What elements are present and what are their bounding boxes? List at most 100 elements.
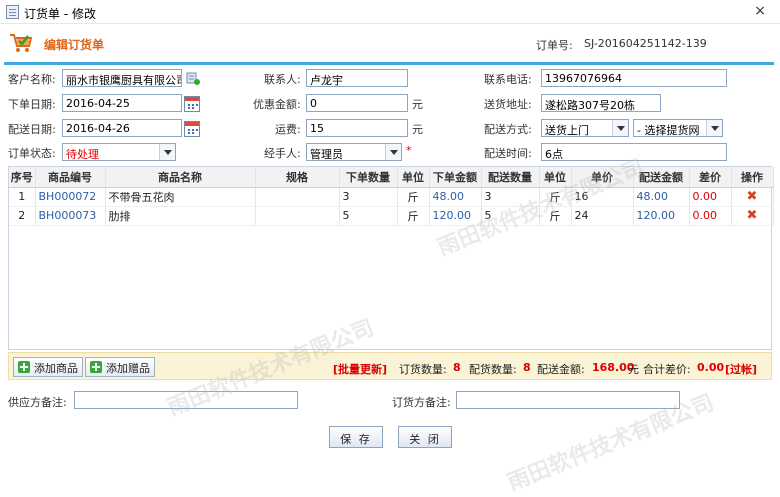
cell-amount: 48.00 <box>429 187 482 207</box>
batch-update-link[interactable]: [批量更新] <box>333 361 387 377</box>
supplier-note-input[interactable] <box>74 391 298 409</box>
delivery-amount-label: 配送金额: <box>537 363 585 376</box>
order-items-grid: 序号 商品编号 商品名称 规格 下单数量 单位 下单金额 配送数量 单位 单价 … <box>8 166 774 350</box>
cell-price[interactable]: 24 <box>571 206 634 226</box>
col-header[interactable]: 商品名称 <box>105 167 256 188</box>
delivery-method-value: 送货上门 <box>545 124 589 137</box>
delivery-time-label: 配送时间: <box>484 147 532 160</box>
col-header[interactable]: 下单数量 <box>339 167 398 188</box>
freight-label: 运费: <box>275 123 301 136</box>
buyer-note-label: 订货方备注: <box>392 396 451 409</box>
customer-input[interactable]: 丽水市银鹰厨具有限公司 <box>62 69 182 87</box>
cell-unit: 斤 <box>397 206 430 226</box>
freight-unit: 元 <box>412 123 423 136</box>
delivery-method-select[interactable]: 送货上门 <box>541 119 629 137</box>
phone-input[interactable]: 13967076964 <box>541 69 727 87</box>
chevron-down-icon <box>159 144 175 160</box>
post-account-link[interactable]: [过帐] <box>725 361 757 377</box>
order-date-input[interactable]: 2016-04-25 <box>62 94 182 112</box>
col-header[interactable]: 商品编号 <box>35 167 106 188</box>
order-status-select[interactable]: 待处理 <box>62 143 176 161</box>
contact-input[interactable]: 卢龙宇 <box>306 69 408 87</box>
cell-qty[interactable]: 5 <box>339 206 398 226</box>
phone-label: 联系电话: <box>484 73 532 86</box>
cell-code: BH000072 <box>35 187 106 207</box>
table-row[interactable]: 1 BH000072 不带骨五花肉 3 斤 48.00 3 斤 16 48.00… <box>9 187 774 207</box>
col-header[interactable]: 差价 <box>689 167 732 188</box>
chevron-down-icon <box>706 120 722 136</box>
delete-icon[interactable]: ✖ <box>747 208 758 223</box>
freight-input[interactable]: 15 <box>306 119 408 137</box>
order-date-label: 下单日期: <box>8 98 56 111</box>
form-header: 编辑订货单 订单号: SJ-201604251142-139 <box>0 25 780 61</box>
delivery-method-label: 配送方式: <box>484 123 532 136</box>
required-mark: * <box>406 144 412 157</box>
order-no-label: 订单号: <box>536 39 573 52</box>
col-header[interactable]: 序号 <box>9 167 36 188</box>
delete-icon[interactable]: ✖ <box>747 189 758 204</box>
cell-name: 肋排 <box>105 206 256 226</box>
add-product-button[interactable]: 添加商品 <box>13 357 83 377</box>
discount-label: 优惠金额: <box>253 98 301 111</box>
col-header[interactable]: 单位 <box>397 167 430 188</box>
grid-header-row: 序号 商品编号 商品名称 规格 下单数量 单位 下单金额 配送数量 单位 单价 … <box>9 167 774 188</box>
grid-footer-bar: 添加商品 添加赠品 [批量更新] 订货数量: 8 配货数量: 8 配送金额: 1… <box>8 352 772 380</box>
cell-code: BH000073 <box>35 206 106 226</box>
calendar-icon[interactable] <box>184 121 200 137</box>
contact-label: 联系人: <box>264 73 301 86</box>
delivery-date-label: 配送日期: <box>8 123 56 136</box>
delivery-time-input[interactable]: 6点 <box>541 143 727 161</box>
col-header[interactable]: 单价 <box>571 167 634 188</box>
buyer-note-input[interactable] <box>456 391 680 409</box>
page-title: 编辑订货单 <box>44 38 105 52</box>
shopping-cart-icon <box>10 34 33 52</box>
cell-delivery-qty[interactable]: 5 <box>481 206 540 226</box>
close-window-button[interactable]: × <box>754 3 766 19</box>
cell-spec <box>255 187 340 207</box>
supplier-note-label: 供应方备注: <box>8 396 67 409</box>
pickup-point-value: - 选择提货网 <box>637 124 700 137</box>
cell-name: 不带骨五花肉 <box>105 187 256 207</box>
col-header[interactable]: 配送金额 <box>633 167 690 188</box>
order-status-value: 待处理 <box>66 148 99 161</box>
col-header[interactable]: 配送数量 <box>481 167 540 188</box>
cell-no: 2 <box>9 206 36 226</box>
plus-icon <box>18 361 30 373</box>
cell-delivery-qty[interactable]: 3 <box>481 187 540 207</box>
delivery-date-input[interactable]: 2016-04-26 <box>62 119 182 137</box>
col-header[interactable]: 单位 <box>539 167 572 188</box>
address-label: 送货地址: <box>484 98 532 111</box>
col-header[interactable]: 下单金额 <box>429 167 482 188</box>
diff-total-value: 0.00 <box>697 361 725 374</box>
document-icon <box>6 5 19 19</box>
cell-delivery-unit: 斤 <box>539 187 572 207</box>
cell-diff: 0.00 <box>689 187 732 207</box>
discount-input[interactable]: 0 <box>306 94 408 112</box>
window-title: 订货单 - 修改 <box>24 7 96 21</box>
delivery-qty-value: 8 <box>523 361 531 374</box>
order-no-value: SJ-201604251142-139 <box>584 37 707 50</box>
handler-select[interactable]: 管理员 <box>306 143 402 161</box>
calendar-icon[interactable] <box>184 96 200 112</box>
cell-price[interactable]: 16 <box>571 187 634 207</box>
pickup-point-select[interactable]: - 选择提货网 <box>633 119 723 137</box>
cell-spec <box>255 206 340 226</box>
cell-diff: 0.00 <box>689 206 732 226</box>
chevron-down-icon <box>385 144 401 160</box>
handler-label: 经手人: <box>264 147 301 160</box>
address-input[interactable]: 遂松路307号20栋 <box>541 94 661 112</box>
chevron-down-icon <box>612 120 628 136</box>
cell-amount: 120.00 <box>429 206 482 226</box>
order-qty-value: 8 <box>453 361 461 374</box>
col-header[interactable]: 规格 <box>255 167 340 188</box>
table-row[interactable]: 2 BH000073 肋排 5 斤 120.00 5 斤 24 120.00 0… <box>9 206 774 226</box>
cell-qty[interactable]: 3 <box>339 187 398 207</box>
delivery-qty-label: 配货数量: <box>469 363 517 376</box>
close-button[interactable]: 关 闭 <box>398 426 452 448</box>
order-status-label: 订单状态: <box>8 147 56 160</box>
cell-delivery-amount: 120.00 <box>633 206 690 226</box>
col-header[interactable]: 操作 <box>731 167 774 188</box>
add-gift-button[interactable]: 添加赠品 <box>85 357 155 377</box>
customer-picker-icon[interactable] <box>186 71 200 85</box>
save-button[interactable]: 保 存 <box>329 426 383 448</box>
